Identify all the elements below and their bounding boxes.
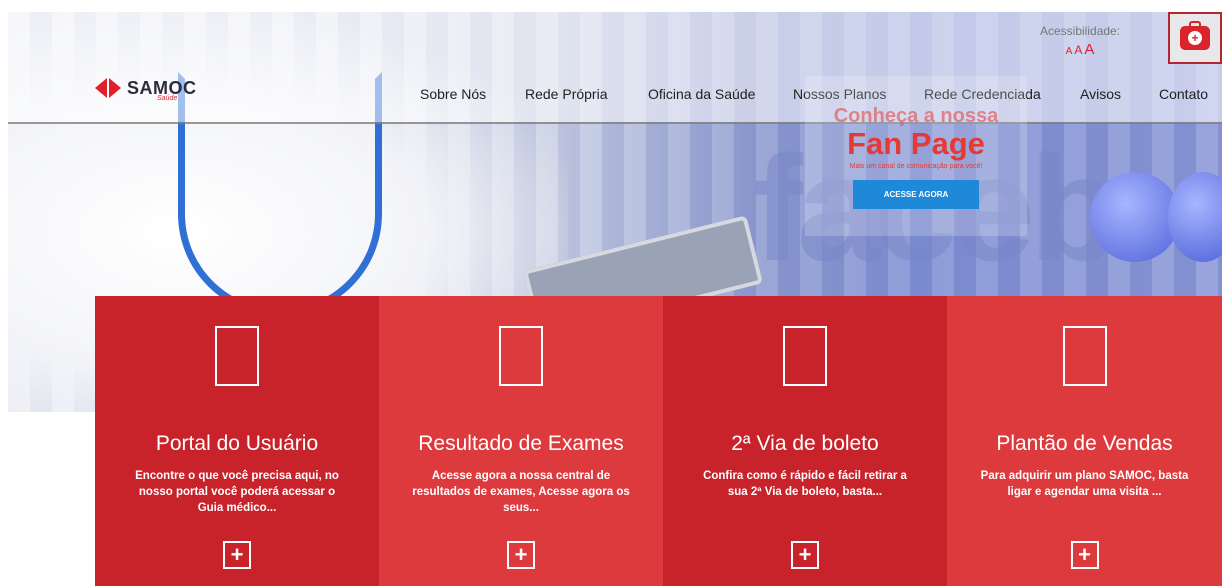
document-outline-icon — [1062, 326, 1107, 386]
promo-kicker: Conheça a nossa — [833, 105, 999, 127]
fan-page-promo: Conheça a nossa Fan Page Mais um canal d… — [805, 76, 1027, 236]
document-outline-icon — [783, 326, 827, 386]
document-outline-icon — [499, 326, 543, 386]
medkit-icon: + — [1180, 21, 1210, 50]
brand-logo[interactable]: SAMOC Saúde — [95, 75, 197, 102]
nav-item-oficina-da-saude[interactable]: Oficina da Saúde — [648, 86, 793, 102]
font-size-medium-button[interactable]: A — [1074, 43, 1082, 57]
card-title: Plantão de Vendas — [996, 432, 1173, 455]
card-description: Acesse agora a nossa central de resultad… — [412, 470, 630, 514]
card-segunda-via-boleto[interactable]: 2ª Via de boleto Confira como é rápido e… — [663, 296, 947, 586]
nav-item-avisos[interactable]: Avisos — [1080, 86, 1159, 102]
font-size-large-button[interactable]: A — [1084, 41, 1094, 58]
plus-icon[interactable]: + — [223, 541, 251, 569]
service-cards: Portal do Usuário Encontre o que você pr… — [95, 296, 1222, 586]
card-portal-do-usuario[interactable]: Portal do Usuário Encontre o que você pr… — [95, 296, 379, 586]
card-description: Confira como é rápido e fácil retirar a … — [703, 470, 907, 498]
card-description: Para adquirir um plano SAMOC, basta liga… — [980, 470, 1189, 498]
accessibility-label: Acessibilidade: — [1040, 24, 1121, 38]
font-size-small-button[interactable]: A — [1066, 46, 1073, 57]
plus-icon[interactable]: + — [507, 541, 535, 569]
plus-icon[interactable]: + — [1070, 541, 1099, 569]
medkit-button[interactable]: + — [1168, 12, 1222, 64]
nav-item-contato[interactable]: Contato — [1159, 86, 1219, 102]
smiley-graphic — [1090, 172, 1180, 262]
card-resultado-de-exames[interactable]: Resultado de Exames Acesse agora a nossa… — [379, 296, 663, 586]
card-title: Resultado de Exames — [418, 432, 624, 455]
document-outline-icon — [215, 326, 259, 386]
samoc-logo-icon — [95, 75, 121, 101]
font-size-controls: AAA — [1040, 41, 1120, 59]
card-title: Portal do Usuário — [155, 432, 319, 455]
nav-item-sobre-nos[interactable]: Sobre Nós — [420, 86, 525, 102]
card-plantao-de-vendas[interactable]: Plantão de Vendas Para adquirir um plano… — [947, 296, 1222, 586]
accessibility-controls: Acessibilidade: AAA — [1040, 24, 1120, 59]
promo-title: Fan Page — [847, 126, 985, 161]
plus-icon[interactable]: + — [791, 541, 819, 569]
brand-tagline: Saúde — [157, 95, 178, 102]
card-description: Encontre o que você precisa aqui, no nos… — [135, 470, 339, 514]
promo-subtitle: Mais um canal de comunicação para você! — [849, 162, 983, 170]
nav-item-rede-propria[interactable]: Rede Própria — [525, 86, 648, 102]
acesse-agora-button[interactable]: ACESSE AGORA — [853, 179, 979, 209]
card-title: 2ª Via de boleto — [731, 432, 879, 455]
